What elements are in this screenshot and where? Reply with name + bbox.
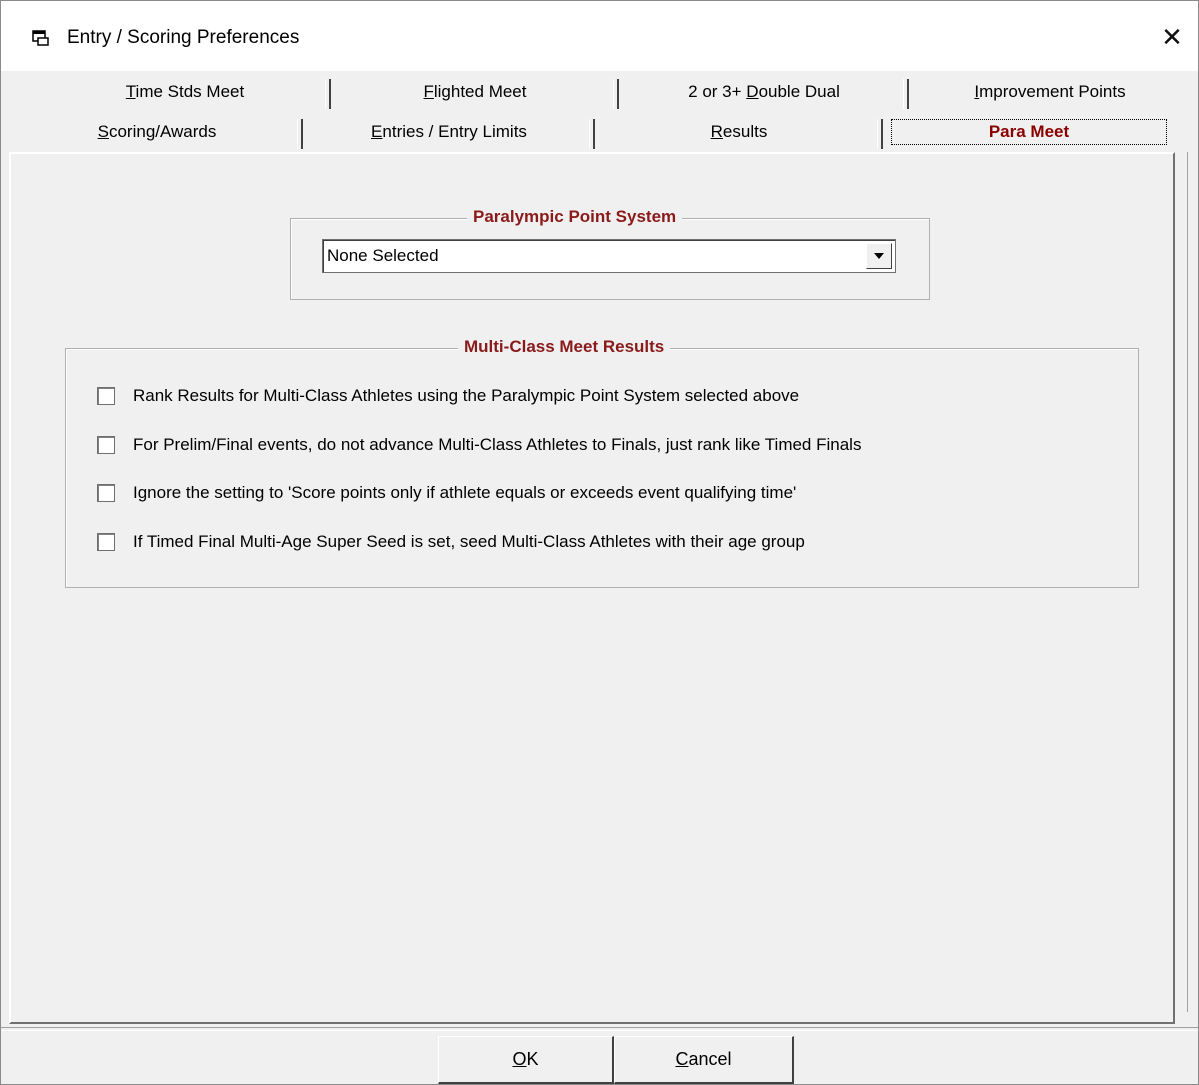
tab-label: Results: [710, 122, 768, 141]
group-legend: Multi-Class Meet Results: [458, 337, 671, 357]
button-label: OK: [512, 1049, 539, 1069]
tab-para-meet[interactable]: Para Meet: [883, 115, 1175, 149]
app-window-icon: [32, 30, 49, 46]
checkbox-label: Rank Results for Multi-Class Athletes us…: [133, 386, 800, 405]
tab-flighted-meet[interactable]: Flighted Meet: [331, 75, 619, 109]
title-bar: Entry / Scoring Preferences ✕: [1, 1, 1198, 71]
tab-results[interactable]: Results: [595, 115, 883, 149]
tab-double-dual[interactable]: 2 or 3+ Double Dual: [619, 75, 909, 109]
checkbox-rank-results[interactable]: Rank Results for Multi-Class Athletes us…: [97, 384, 799, 408]
button-label: Cancel: [675, 1049, 732, 1069]
window-title: Entry / Scoring Preferences: [67, 27, 300, 48]
tab-label: Improvement Points: [974, 82, 1126, 101]
select-value: None Selected: [327, 246, 439, 265]
checkbox-label: If Timed Final Multi-Age Super Seed is s…: [133, 532, 805, 551]
checkbox[interactable]: [97, 533, 115, 551]
tab-entries-entry-limits[interactable]: Entries / Entry Limits: [303, 115, 595, 149]
tab-label: Time Stds Meet: [125, 82, 245, 101]
tab-time-stds-meet[interactable]: Time Stds Meet: [39, 75, 331, 109]
checkbox[interactable]: [97, 484, 115, 502]
cancel-button[interactable]: Cancel: [614, 1036, 794, 1084]
group-legend: Paralympic Point System: [467, 207, 683, 227]
checkbox-seed-with-age-group[interactable]: If Timed Final Multi-Age Super Seed is s…: [97, 530, 805, 554]
tab-improvement-points[interactable]: Improvement Points: [909, 75, 1191, 109]
checkbox-no-advance-finals[interactable]: For Prelim/Final events, do not advance …: [97, 433, 861, 457]
close-button[interactable]: ✕: [1152, 19, 1192, 55]
tab-scoring-awards[interactable]: Scoring/Awards: [11, 115, 303, 149]
checkbox-label: Ignore the setting to 'Score points only…: [133, 483, 797, 502]
tab-label: Scoring/Awards: [97, 122, 217, 141]
ok-button[interactable]: OK: [438, 1036, 614, 1084]
tab-label: 2 or 3+ Double Dual: [688, 82, 840, 101]
checkbox[interactable]: [97, 436, 115, 454]
checkbox-ignore-qualifying-time[interactable]: Ignore the setting to 'Score points only…: [97, 481, 796, 505]
tab-label: Flighted Meet: [423, 82, 527, 101]
checkbox-label: For Prelim/Final events, do not advance …: [133, 435, 862, 454]
chevron-down-icon: [874, 253, 884, 259]
dropdown-button[interactable]: [866, 243, 892, 269]
close-icon: ✕: [1161, 21, 1183, 52]
checkbox[interactable]: [97, 387, 115, 405]
dialog-window: Entry / Scoring Preferences ✕ Time Stds …: [0, 0, 1199, 1085]
point-system-select[interactable]: None Selected: [322, 239, 896, 273]
tab-label: Entries / Entry Limits: [371, 122, 527, 141]
footer-divider: [1, 1027, 1198, 1031]
